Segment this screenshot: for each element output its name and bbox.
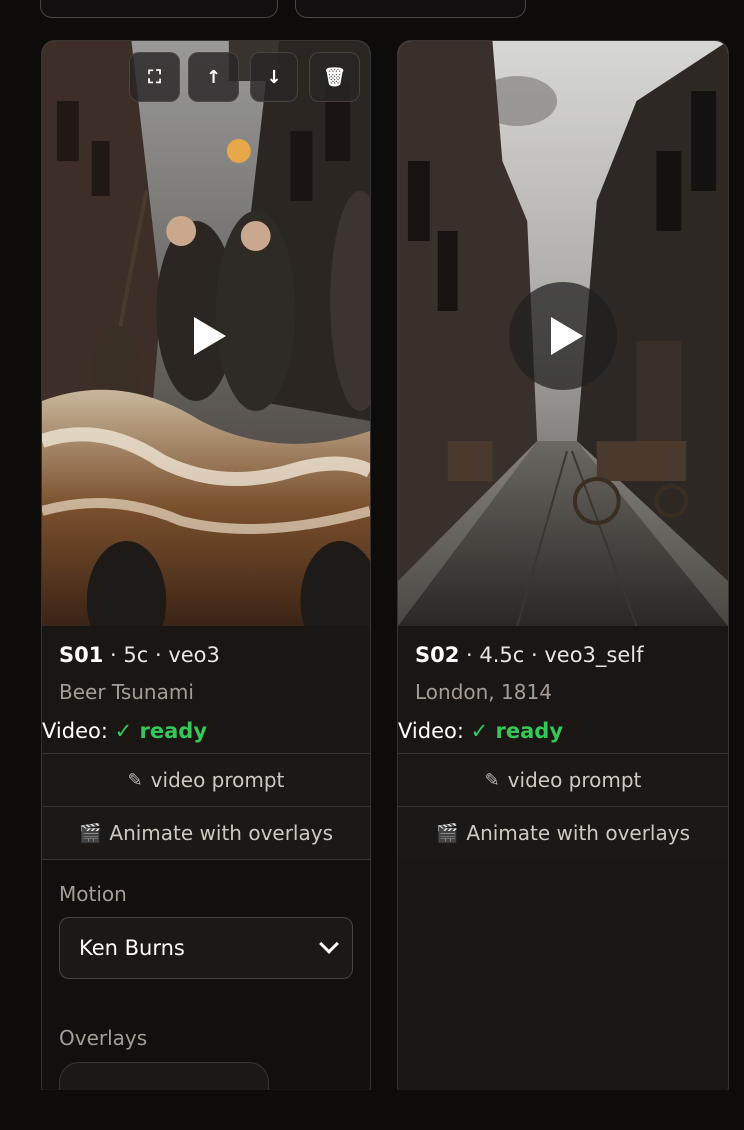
expand-icon: ⛶ xyxy=(148,66,161,88)
video-status: ✓ ready xyxy=(470,719,564,743)
motion-value: Ken Burns xyxy=(79,936,185,960)
scene-title: London, 1814 xyxy=(415,680,552,704)
scene-thumbnail[interactable] xyxy=(398,41,728,626)
play-button[interactable] xyxy=(509,282,617,390)
overlay-option-button[interactable] xyxy=(59,1062,269,1092)
scene-title: Beer Tsunami xyxy=(59,680,194,704)
move-down-button[interactable]: ↓ xyxy=(250,52,298,102)
play-icon xyxy=(551,317,583,355)
motion-label: Motion xyxy=(59,882,127,906)
card-toolbar: ⛶ ↑ ↓ 🗑 xyxy=(129,52,361,104)
clapperboard-icon: 🎬 xyxy=(78,822,102,844)
scene-title-line: S01 · 5c · veo3 xyxy=(59,643,353,667)
top-pill-button[interactable] xyxy=(295,0,526,18)
animate-overlays-label: Animate with overlays xyxy=(466,821,691,845)
video-prompt-button[interactable]: ✎ video prompt xyxy=(398,753,728,806)
play-icon xyxy=(194,317,226,355)
video-prompt-label: video prompt xyxy=(507,768,642,792)
motion-select[interactable]: Ken Burns xyxy=(59,917,353,979)
move-up-button[interactable]: ↑ xyxy=(188,52,239,102)
top-controls xyxy=(40,0,740,20)
expand-button[interactable]: ⛶ xyxy=(129,52,180,102)
scene-meta: · 4.5c · veo3_self xyxy=(459,643,644,667)
video-status: ✓ ready xyxy=(114,719,208,743)
animation-settings: Motion Ken Burns Overlays xyxy=(42,859,370,1092)
overlays-label: Overlays xyxy=(59,1026,148,1050)
top-pill-button[interactable] xyxy=(40,0,278,18)
play-button[interactable] xyxy=(152,282,260,390)
delete-button[interactable]: 🗑 xyxy=(309,52,360,102)
animate-overlays-button[interactable]: 🎬 Animate with overlays xyxy=(42,806,370,859)
chevron-down-icon xyxy=(319,934,339,954)
scene-id: S02 xyxy=(415,643,460,667)
scene-card: S02 · 4.5c · veo3_self London, 1814 Vide… xyxy=(397,40,729,1100)
video-label: Video: xyxy=(398,719,464,743)
trash-icon: 🗑 xyxy=(323,66,346,88)
arrow-up-icon: ↑ xyxy=(205,66,222,88)
animate-overlays-button[interactable]: 🎬 Animate with overlays xyxy=(398,806,728,859)
pencil-icon: ✎ xyxy=(127,769,143,791)
video-status-line: Video: ✓ ready xyxy=(398,719,711,753)
animate-overlays-label: Animate with overlays xyxy=(109,821,334,845)
video-prompt-button[interactable]: ✎ video prompt xyxy=(42,753,370,806)
scene-meta: · 5c · veo3 xyxy=(103,643,220,667)
video-label: Video: xyxy=(42,719,108,743)
scene-id: S01 xyxy=(59,643,104,667)
scene-thumbnail[interactable]: ⛶ ↑ ↓ 🗑 xyxy=(42,41,370,626)
bottom-background xyxy=(0,1090,744,1130)
scene-title-line: S02 · 4.5c · veo3_self xyxy=(415,643,711,667)
scene-card: ⛶ ↑ ↓ 🗑 S01 · 5c · veo3 Beer Tsunami Vid… xyxy=(41,40,371,1100)
pencil-icon: ✎ xyxy=(484,769,500,791)
clapperboard-icon: 🎬 xyxy=(435,822,459,844)
video-prompt-label: video prompt xyxy=(150,768,285,792)
video-status-line: Video: ✓ ready xyxy=(42,719,353,753)
arrow-down-icon: ↓ xyxy=(266,66,282,88)
